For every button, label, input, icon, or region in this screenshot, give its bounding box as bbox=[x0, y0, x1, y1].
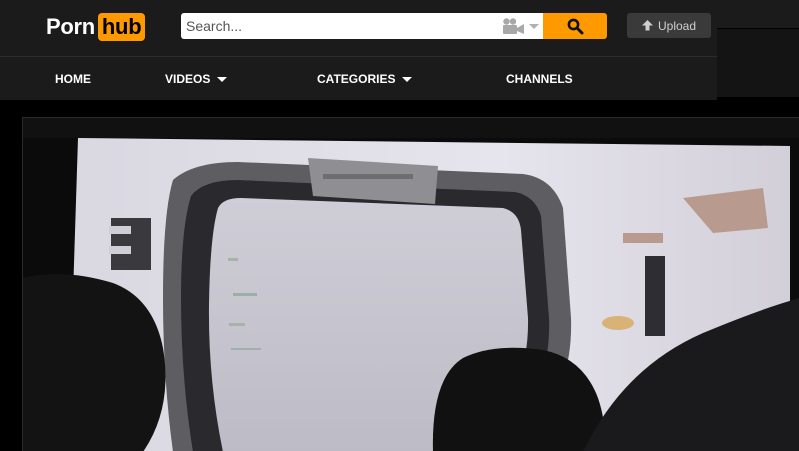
nav-item-categories[interactable]: CATEGORIES bbox=[317, 57, 413, 100]
main-nav: HOME VIDEOS CATEGORIES CHANNELS bbox=[0, 56, 717, 100]
logo[interactable]: Porn hub bbox=[46, 13, 146, 41]
nav-edge bbox=[717, 29, 799, 97]
nav-item-label: HOME bbox=[55, 71, 91, 86]
upload-label: Upload bbox=[657, 18, 697, 33]
search-button[interactable] bbox=[543, 13, 607, 39]
page: Porn hub Search... Upload HOME VIDEOS CA… bbox=[0, 0, 799, 451]
nav-item-label: VIDEOS bbox=[165, 71, 211, 86]
nav-item-home[interactable]: HOME bbox=[55, 57, 91, 100]
video-frame bbox=[23, 118, 799, 451]
upload-button[interactable]: Upload bbox=[627, 13, 711, 38]
chevron-down-icon bbox=[529, 23, 539, 29]
logo-text-primary: Porn bbox=[46, 14, 95, 39]
nav-item-label: CATEGORIES bbox=[317, 71, 396, 86]
nav-item-videos[interactable]: VIDEOS bbox=[165, 57, 228, 100]
video-camera-icon bbox=[503, 18, 524, 34]
search-box bbox=[181, 13, 543, 39]
header-edge bbox=[717, 0, 799, 28]
upload-arrow-icon bbox=[641, 20, 653, 31]
logo-text-badge: hub bbox=[97, 13, 146, 41]
video-player[interactable] bbox=[22, 117, 799, 451]
header: Porn hub Search... Upload bbox=[0, 0, 717, 56]
nav-item-label: CHANNELS bbox=[506, 71, 573, 86]
search-input[interactable] bbox=[181, 14, 486, 38]
chevron-down-icon bbox=[402, 76, 413, 82]
video-filter-dropdown[interactable] bbox=[502, 17, 539, 35]
search-icon bbox=[567, 18, 583, 34]
chevron-down-icon bbox=[217, 76, 228, 82]
nav-item-channels[interactable]: CHANNELS bbox=[506, 57, 573, 100]
